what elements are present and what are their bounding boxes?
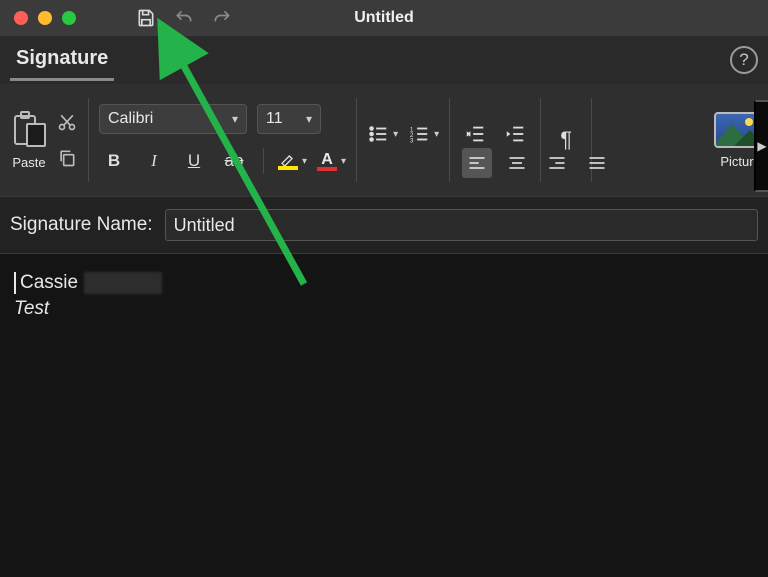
font-color-button[interactable]: A ▾: [317, 151, 346, 171]
increase-indent-icon: [504, 123, 526, 145]
signature-name-label: Signature Name:: [10, 214, 153, 236]
editor-line-2: Test: [14, 298, 754, 320]
align-left-button[interactable]: [462, 148, 492, 178]
bold-button[interactable]: B: [99, 146, 129, 176]
highlight-color-swatch: [278, 166, 298, 170]
font-size-dropdown[interactable]: 11 ▾: [257, 104, 321, 134]
decrease-indent-button[interactable]: [460, 119, 490, 149]
chevron-down-icon: ▾: [434, 129, 439, 140]
italic-button[interactable]: I: [139, 146, 169, 176]
justify-icon: [587, 153, 607, 173]
paste-label: Paste: [12, 155, 45, 170]
svg-text:3: 3: [410, 137, 414, 144]
signature-editor[interactable]: Cassie Test: [0, 254, 768, 577]
paragraph-marks-group: ¶: [551, 92, 581, 188]
minimize-window-button[interactable]: [38, 11, 52, 25]
pictures-label: Pictur: [720, 154, 753, 169]
title-bar: Untitled: [0, 0, 768, 36]
paste-icon: [12, 111, 46, 149]
font-group: Calibri ▾ 11 ▾ B I U ab ▾: [99, 92, 346, 188]
numbering-icon: 123: [408, 123, 430, 145]
bullets-icon: [367, 123, 389, 145]
align-left-icon: [467, 153, 487, 173]
cut-icon[interactable]: [56, 111, 78, 133]
increase-indent-button[interactable]: [500, 119, 530, 149]
window-controls: [0, 11, 76, 25]
font-size-value: 11: [266, 110, 283, 128]
chevron-down-icon: ▾: [393, 129, 398, 140]
font-color-swatch: [317, 167, 337, 171]
justify-button[interactable]: [582, 148, 612, 178]
align-center-icon: [507, 153, 527, 173]
chevron-down-icon: ▾: [226, 112, 238, 126]
editor-line-1-redacted: [84, 272, 162, 294]
underline-button[interactable]: U: [179, 146, 209, 176]
quick-access-toolbar: [136, 8, 232, 28]
close-window-button[interactable]: [14, 11, 28, 25]
strikethrough-button[interactable]: ab: [219, 146, 249, 176]
zoom-window-button[interactable]: [62, 11, 76, 25]
clipboard-group: Paste: [12, 92, 46, 188]
alignment-group: [462, 148, 612, 178]
decrease-indent-icon: [464, 123, 486, 145]
ribbon-overflow-handle[interactable]: ▶: [754, 100, 768, 192]
clipboard-side: [56, 92, 78, 188]
chevron-down-icon: ▾: [341, 156, 346, 167]
bulleted-list-button[interactable]: ▾: [367, 123, 398, 145]
undo-icon[interactable]: [174, 8, 194, 28]
align-right-button[interactable]: [542, 148, 572, 178]
copy-icon[interactable]: [56, 147, 78, 169]
chevron-down-icon: ▾: [302, 156, 307, 167]
paste-button[interactable]: Paste: [12, 111, 46, 170]
paragraph-list-group: ▾ 123 ▾: [367, 92, 439, 188]
highlight-color-button[interactable]: ▾: [278, 152, 307, 170]
help-icon[interactable]: ?: [730, 46, 758, 74]
signature-name-input[interactable]: [165, 209, 758, 241]
tab-signature[interactable]: Signature: [10, 39, 114, 81]
window-title: Untitled: [354, 9, 414, 27]
redo-icon[interactable]: [212, 8, 232, 28]
align-center-button[interactable]: [502, 148, 532, 178]
ribbon-tabs: Signature ?: [0, 36, 768, 84]
save-icon[interactable]: [136, 8, 156, 28]
editor-line-1-first-name: Cassie: [20, 272, 78, 294]
signature-name-row: Signature Name:: [0, 196, 768, 254]
align-right-icon: [547, 153, 567, 173]
font-name-value: Calibri: [108, 110, 153, 128]
font-name-dropdown[interactable]: Calibri ▾: [99, 104, 247, 134]
text-cursor: [14, 272, 16, 294]
numbered-list-button[interactable]: 123 ▾: [408, 123, 439, 145]
ribbon: Paste Calibri ▾ 11 ▾ B I U ab: [0, 84, 768, 196]
chevron-down-icon: ▾: [300, 112, 312, 126]
